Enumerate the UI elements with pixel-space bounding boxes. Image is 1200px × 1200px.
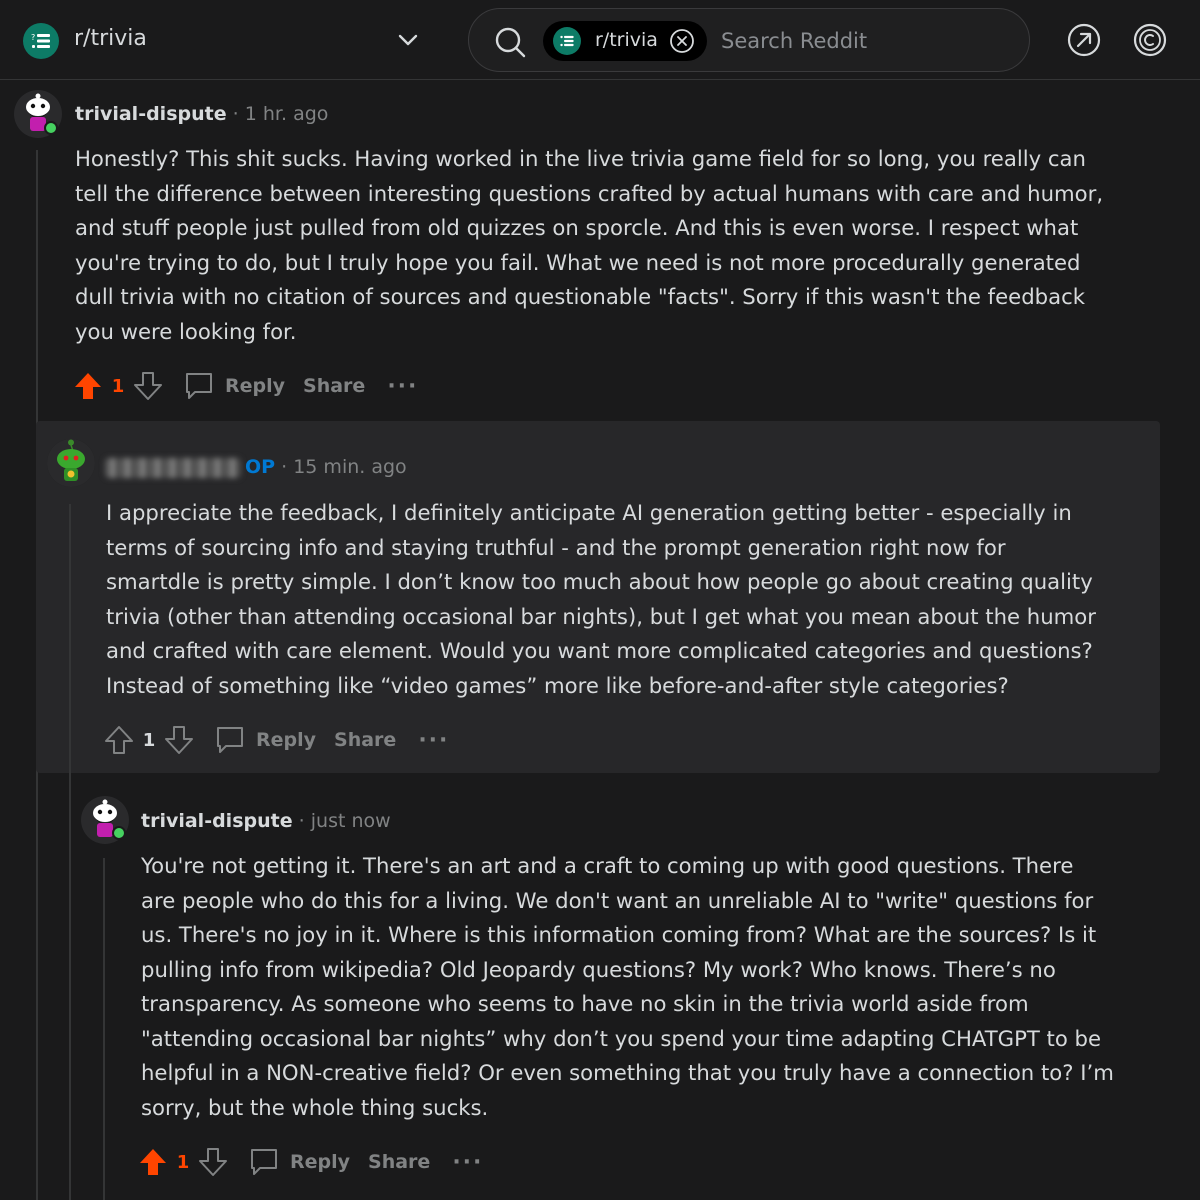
comment-time[interactable]: 1 hr. ago	[245, 103, 329, 125]
search-icon	[495, 27, 526, 58]
trivia-list-icon	[560, 35, 574, 47]
subreddit-name[interactable]: r/trivia	[74, 26, 147, 51]
comment-line: dull trivia with no citation of sources …	[75, 284, 1085, 309]
comment-line: us. There's no joy in it. Where is this …	[141, 922, 1097, 947]
comment-meta: OP · 15 min. ago	[105, 456, 407, 478]
search-input[interactable]	[721, 23, 1011, 59]
downvote-arrow-icon	[199, 1148, 227, 1176]
online-indicator	[112, 826, 126, 840]
subreddit-icon[interactable]: ?	[23, 23, 59, 59]
comment-line: I appreciate the feedback, I definitely …	[106, 500, 1072, 525]
comment-body: You're not getting it. There's an art an…	[141, 849, 1181, 1125]
op-badge: OP	[245, 456, 276, 478]
comment-line: you're trying to do, but I truly hope yo…	[75, 249, 1081, 275]
comment-actions: 1 Reply Share ···	[136, 1142, 483, 1182]
share-button[interactable]: Share	[368, 1151, 430, 1173]
upvote-arrow-icon	[140, 1149, 166, 1175]
comment-time[interactable]: 15 min. ago	[293, 456, 406, 478]
thread-line[interactable]	[69, 504, 71, 1200]
comment-line: and stuff people just pulled from old qu…	[75, 215, 1079, 240]
reply-button[interactable]: Reply	[183, 370, 285, 402]
subreddit-icon	[553, 27, 581, 55]
comment-line: you were looking for.	[75, 318, 297, 344]
comment-meta: trivial-dispute · just now	[141, 810, 391, 832]
downvote-button[interactable]	[196, 1145, 230, 1179]
upvote-arrow-icon	[105, 726, 133, 754]
downvote-arrow-icon	[165, 726, 193, 754]
more-options-button[interactable]: ···	[418, 728, 449, 753]
comment-line: are people who do this for a living. We …	[141, 887, 1094, 913]
share-label: Share	[303, 375, 366, 397]
comment-bubble-icon	[186, 373, 212, 399]
search-scope-label: r/trivia	[595, 29, 658, 51]
comment-bubble-icon	[217, 727, 243, 753]
share-button[interactable]: Share	[334, 729, 396, 751]
top-bar: ? r/trivia r/trivia	[0, 0, 1200, 80]
coin-icon[interactable]	[1132, 22, 1168, 58]
search-scope-pill[interactable]: r/trivia	[543, 21, 707, 61]
redacted-username	[105, 457, 241, 478]
reply-label: Reply	[290, 1151, 351, 1173]
vote-score: 1	[176, 1151, 190, 1173]
search-bar[interactable]: r/trivia	[468, 8, 1030, 72]
vote-score: 1	[142, 729, 156, 751]
comment-body: Honestly? This shit sucks. Having worked…	[75, 142, 1165, 349]
snoo-avatar-icon	[47, 439, 95, 487]
downvote-button[interactable]	[162, 723, 196, 757]
comment-line: You're not getting it. There's an art an…	[141, 853, 1074, 878]
comment-meta: trivial-dispute · 1 hr. ago	[75, 103, 329, 125]
comment-line: transparency. As someone who seems to ha…	[141, 991, 1029, 1016]
reply-label: Reply	[256, 729, 317, 751]
more-options-button[interactable]: ···	[452, 1150, 483, 1175]
chevron-down-icon[interactable]	[394, 26, 422, 54]
comment-author[interactable]: trivial-dispute	[141, 810, 293, 832]
more-options-button[interactable]: ···	[387, 374, 418, 399]
trivia-list-icon: ?	[31, 33, 50, 48]
comment-line: helpful in a NON-creative field? Or even…	[141, 1060, 1114, 1085]
thread-line[interactable]	[103, 858, 105, 1200]
downvote-button[interactable]	[131, 369, 165, 403]
comment-line: smartdle is pretty simple. I don’t know …	[106, 569, 1093, 594]
comment-line: and crafted with care element. Would you…	[106, 638, 1093, 663]
upvote-button[interactable]	[102, 723, 136, 757]
reply-button[interactable]: Reply	[214, 724, 316, 756]
upvote-arrow-icon	[75, 373, 101, 399]
comment-line: Instead of something like “video games” …	[106, 672, 1009, 698]
comment-line: Honestly? This shit sucks. Having worked…	[75, 146, 1086, 171]
comment-bubble-icon	[251, 1149, 277, 1175]
comment-line: terms of sourcing info and staying truth…	[106, 534, 1006, 560]
comment-line: sorry, but the whole thing sucks.	[141, 1094, 489, 1120]
reply-button[interactable]: Reply	[248, 1146, 350, 1178]
avatar[interactable]	[47, 439, 95, 487]
share-label: Share	[368, 1151, 431, 1173]
svg-text:?: ?	[31, 33, 35, 42]
comment-line: "attending occasional bar nights” why do…	[141, 1025, 1102, 1051]
downvote-arrow-icon	[134, 372, 162, 400]
comment-actions: 1 Reply Share ···	[102, 720, 449, 760]
comment-author[interactable]: trivial-dispute	[75, 103, 227, 125]
upvote-button[interactable]	[71, 369, 105, 403]
vote-score: 1	[111, 375, 125, 397]
upvote-button[interactable]	[136, 1145, 170, 1179]
close-icon[interactable]	[669, 28, 695, 54]
share-label: Share	[334, 729, 397, 751]
comment-time[interactable]: just now	[311, 810, 391, 832]
comment-line: pulling info from wikipedia? Old Jeopard…	[141, 956, 1056, 982]
reply-label: Reply	[225, 375, 286, 397]
comment-line: tell the difference between interesting …	[75, 180, 1104, 206]
share-button[interactable]: Share	[303, 375, 365, 397]
popular-arrow-icon[interactable]	[1066, 22, 1102, 58]
comment-line: trivia (other than attending occasional …	[106, 603, 1096, 629]
online-indicator	[44, 121, 58, 135]
comment-actions: 1 Reply Share ···	[71, 366, 418, 406]
comment-body: I appreciate the feedback, I definitely …	[106, 496, 1156, 703]
